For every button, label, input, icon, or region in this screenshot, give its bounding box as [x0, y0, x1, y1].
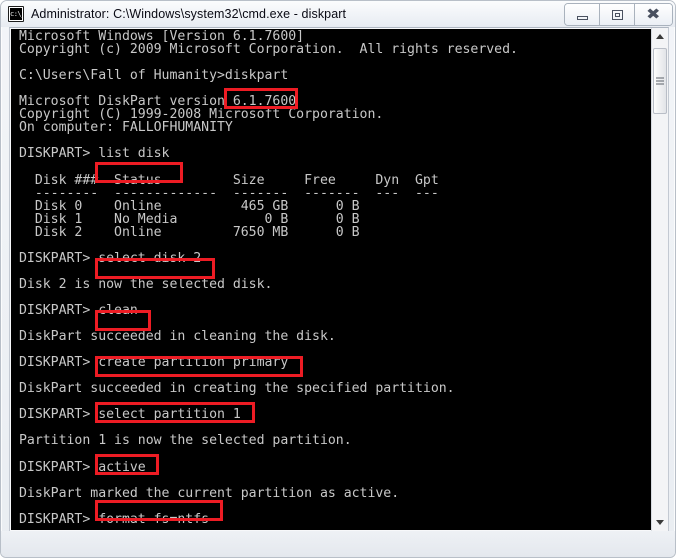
- chevron-up-icon: [656, 34, 664, 39]
- console-line: DiskPart marked the current partition as…: [19, 485, 400, 501]
- console-line: C:\Users\Fall of Humanity>diskpart: [19, 68, 289, 84]
- minimize-button[interactable]: [565, 4, 600, 25]
- console-line: DISKPART> select partition 1: [19, 407, 241, 423]
- close-icon: ✖: [646, 5, 661, 23]
- chevron-down-icon: [656, 520, 664, 525]
- console-line: DISKPART> select disk 2: [19, 250, 202, 266]
- console-line: Copyright (c) 2009 Microsoft Corporation…: [19, 42, 518, 58]
- window-bottom-bezel: [1, 531, 675, 557]
- caption-buttons: ✖: [564, 3, 673, 26]
- cmd-window: Administrator: C:\Windows\system32\cmd.e…: [0, 0, 676, 558]
- console-text: Microsoft Windows [Version 6.1.7600] Copy…: [19, 30, 518, 530]
- console-line: Disk ### Status Size Free Dyn Gpt: [19, 172, 439, 188]
- console-line: On computer: FALLOFHUMANITY: [19, 120, 233, 136]
- console-line: Disk 1 No Media 0 B 0 B: [19, 211, 360, 227]
- scroll-thumb-grip: [656, 77, 664, 85]
- title-bar[interactable]: Administrator: C:\Windows\system32\cmd.e…: [1, 1, 675, 27]
- console-line: DiskPart succeeded in cleaning the disk.: [19, 329, 336, 345]
- console-line: Disk 0 Online 465 GB 0 B: [19, 198, 360, 214]
- console-line: Partition 1 is now the selected partitio…: [19, 433, 352, 449]
- console-line: DISKPART> clean: [19, 302, 138, 318]
- console-line: DISKPART> create partition primary: [19, 355, 289, 371]
- window-title: Administrator: C:\Windows\system32\cmd.e…: [31, 7, 347, 21]
- restore-icon: [611, 9, 623, 20]
- console-client-area: Microsoft Windows [Version 6.1.7600] Copy…: [9, 27, 669, 532]
- console-line: DISKPART> active: [19, 459, 146, 475]
- console-line: -------- ------------- ------- ------- -…: [19, 185, 439, 201]
- scroll-up-arrow[interactable]: [652, 28, 668, 45]
- console-output-surface[interactable]: Microsoft Windows [Version 6.1.7600] Copy…: [11, 29, 651, 530]
- close-button[interactable]: ✖: [635, 4, 672, 25]
- vertical-scrollbar[interactable]: [651, 28, 668, 531]
- scroll-down-arrow[interactable]: [652, 514, 668, 531]
- maximize-button[interactable]: [600, 4, 635, 25]
- console-line: Disk 2 Online 7650 MB 0 B: [19, 224, 360, 240]
- console-line: DiskPart succeeded in creating the speci…: [19, 381, 455, 397]
- minimize-icon: [576, 15, 588, 20]
- console-line: Disk 2 is now the selected disk.: [19, 276, 273, 292]
- console-line: DISKPART> format fs=ntfs: [19, 511, 210, 527]
- console-line: DISKPART> list disk: [19, 146, 170, 162]
- cmd-console-icon: [8, 6, 24, 22]
- scroll-thumb[interactable]: [653, 48, 667, 114]
